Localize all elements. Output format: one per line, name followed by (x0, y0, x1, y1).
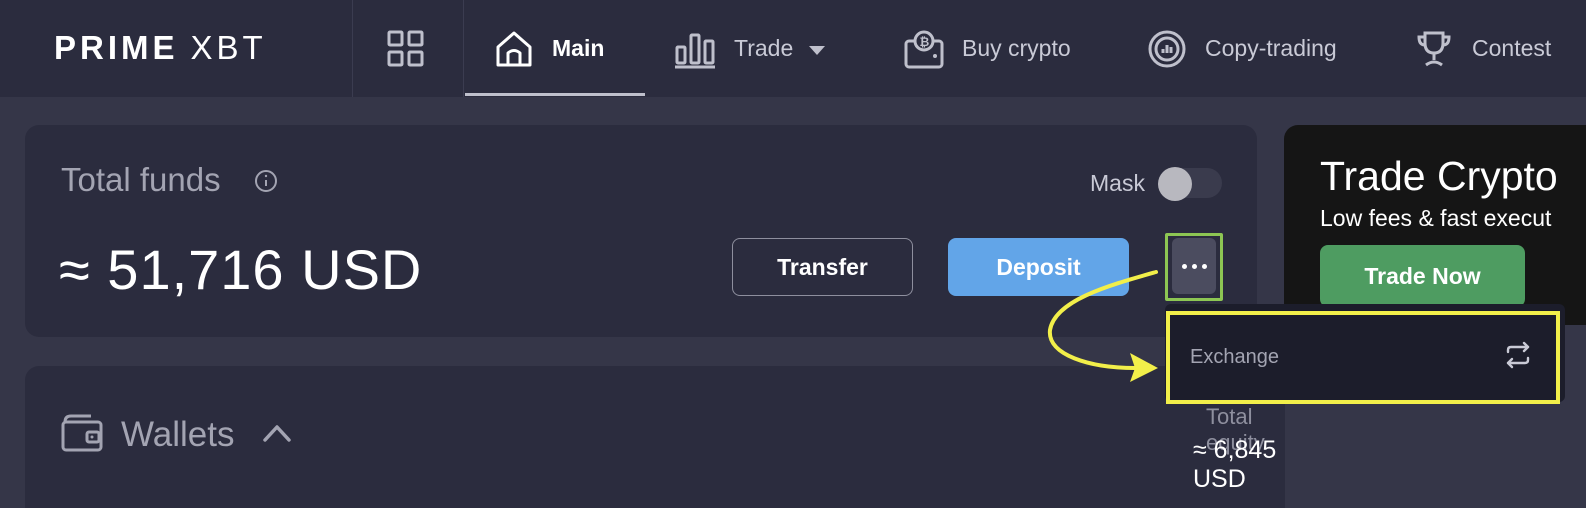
mask-toggle[interactable] (1158, 167, 1222, 201)
svg-text:₿: ₿ (920, 35, 930, 49)
more-dot (1201, 263, 1207, 269)
nav-item-contest[interactable]: Contest (1414, 0, 1551, 97)
info-icon[interactable] (254, 169, 278, 198)
total-funds-card: Total funds Mask ≈ 51,716 USD Transfer D… (25, 125, 1257, 337)
apps-grid-icon[interactable] (385, 28, 427, 70)
trade-now-button[interactable]: Trade Now (1320, 245, 1525, 307)
nav-divider (352, 0, 353, 97)
nav-item-label: Buy crypto (962, 35, 1071, 61)
nav-item-label: Contest (1472, 35, 1552, 61)
mask-label: Mask (1090, 170, 1145, 196)
wallet-icon (61, 412, 103, 457)
primexbt-logo[interactable]: PRIME XBT (54, 28, 267, 68)
trade-crypto-promo: Trade Crypto Low fees & fast execut Trad… (1284, 125, 1586, 325)
nav-item-label: Copy-trading (1205, 35, 1337, 61)
mask-toggle-knob (1158, 167, 1192, 201)
nav-item-label: Main (552, 35, 605, 61)
bar-chart-icon (674, 29, 716, 69)
logo-xbt-text: XBT (190, 29, 267, 66)
nav-item-label: Trade (734, 35, 794, 61)
copy-trading-icon (1147, 29, 1187, 69)
home-icon (494, 29, 534, 69)
transfer-button[interactable]: Transfer (732, 238, 913, 296)
exchange-item-highlight (1166, 311, 1560, 404)
wallets-title: Wallets (121, 415, 235, 454)
bitcoin-wallet-icon: ₿ (904, 29, 944, 69)
chevron-up-icon[interactable] (263, 424, 291, 447)
promo-title: Trade Crypto (1320, 153, 1558, 199)
trophy-icon (1414, 29, 1454, 69)
nav-item-buy-crypto[interactable]: ₿ Buy crypto (904, 0, 1071, 97)
logo-prime-text: PRIME (54, 29, 179, 66)
more-options-button[interactable] (1172, 238, 1216, 294)
more-dot (1181, 263, 1187, 269)
chevron-down-icon (809, 35, 826, 62)
wallets-card: Wallets Total equity ≈ 6,845 USD (25, 366, 1285, 508)
total-funds-title: Total funds (61, 161, 221, 198)
more-dot (1191, 263, 1197, 269)
nav-item-main[interactable]: Main (494, 0, 604, 97)
deposit-button[interactable]: Deposit (948, 238, 1129, 296)
top-navbar: PRIME XBT Main Trade ₿ Buy crypto Copy-t… (0, 0, 1586, 97)
nav-divider (463, 0, 464, 97)
active-tab-indicator (465, 93, 645, 96)
total-funds-amount: ≈ 51,716 USD (59, 238, 423, 301)
promo-subtitle: Low fees & fast execut (1320, 205, 1552, 231)
nav-item-copy-trading[interactable]: Copy-trading (1147, 0, 1337, 97)
nav-item-trade[interactable]: Trade (674, 0, 826, 97)
total-equity-value: ≈ 6,845 USD (1193, 436, 1277, 493)
